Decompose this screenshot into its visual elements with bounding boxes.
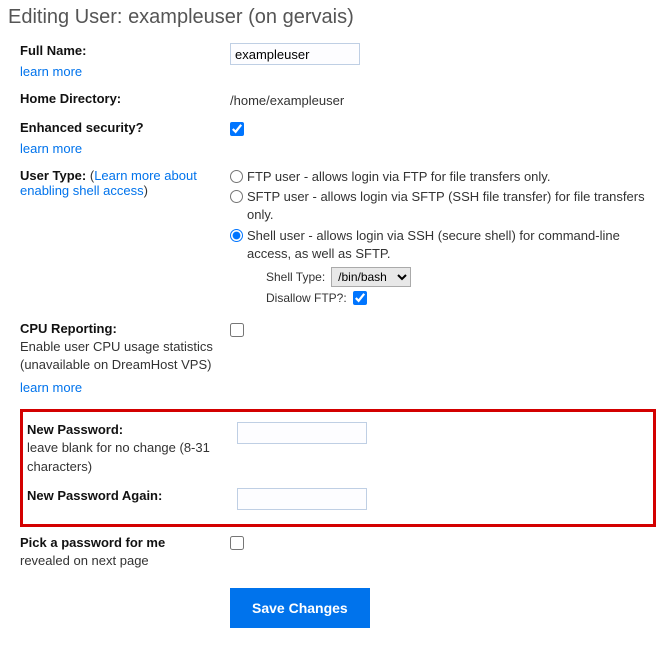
user-type-ftp-text: FTP user - allows login via FTP for file…	[247, 168, 550, 186]
page-title: Editing User: exampleuser (on gervais)	[0, 0, 666, 39]
user-type-label: User Type:	[20, 168, 86, 183]
row-user-type: User Type: (Learn more about enabling sh…	[20, 164, 656, 313]
user-type-shell-option: Shell user - allows login via SSH (secur…	[230, 227, 656, 263]
row-enhanced-security: Enhanced security? learn more	[20, 116, 656, 164]
row-cpu-reporting: CPU Reporting: Enable user CPU usage sta…	[20, 313, 656, 403]
row-pick-password: Pick a password for me revealed on next …	[20, 531, 656, 578]
pick-password-sub: revealed on next page	[20, 552, 222, 570]
user-type-sftp-option: SFTP user - allows login via SFTP (SSH f…	[230, 188, 656, 224]
edit-user-form: Full Name: learn more Home Directory: /h…	[0, 39, 666, 656]
row-full-name: Full Name: learn more	[20, 39, 656, 87]
full-name-input[interactable]	[230, 43, 360, 65]
new-password-input[interactable]	[237, 422, 367, 444]
home-dir-label: Home Directory:	[20, 91, 121, 106]
new-password-again-input[interactable]	[237, 488, 367, 510]
row-new-password: New Password: leave blank for no change …	[27, 418, 649, 483]
full-name-learn-more-link[interactable]: learn more	[20, 64, 82, 79]
new-password-again-label: New Password Again:	[27, 488, 162, 503]
pick-password-label: Pick a password for me	[20, 535, 165, 550]
title-username: exampleuser	[128, 6, 243, 28]
cpu-label: CPU Reporting:	[20, 321, 117, 336]
user-type-ftp-radio[interactable]	[230, 170, 243, 183]
user-type-sftp-text: SFTP user - allows login via SFTP (SSH f…	[247, 188, 656, 224]
user-type-shell-radio[interactable]	[230, 229, 243, 242]
row-save: Save Changes	[20, 578, 656, 636]
new-password-sub: leave blank for no change (8-31 characte…	[27, 439, 229, 475]
disallow-ftp-checkbox[interactable]	[353, 291, 367, 305]
enhanced-label: Enhanced security?	[20, 120, 144, 135]
row-new-password-again: New Password Again:	[27, 484, 649, 518]
user-type-ftp-option: FTP user - allows login via FTP for file…	[230, 168, 656, 186]
shell-type-select[interactable]: /bin/bash	[331, 267, 411, 287]
pick-password-checkbox[interactable]	[230, 536, 244, 550]
user-type-sftp-radio[interactable]	[230, 190, 243, 203]
new-password-label: New Password:	[27, 422, 123, 437]
cpu-checkbox[interactable]	[230, 323, 244, 337]
row-home-dir: Home Directory: /home/exampleuser	[20, 87, 656, 116]
password-highlight-box: New Password: leave blank for no change …	[20, 409, 656, 526]
save-button[interactable]: Save Changes	[230, 588, 370, 628]
user-type-shell-text: Shell user - allows login via SSH (secur…	[247, 227, 656, 263]
cpu-sub: Enable user CPU usage statistics (unavai…	[20, 338, 222, 374]
cpu-learn-more-link[interactable]: learn more	[20, 380, 82, 395]
shell-type-row: Shell Type: /bin/bash	[230, 267, 656, 287]
enhanced-checkbox[interactable]	[230, 122, 244, 136]
title-prefix: Editing User:	[8, 6, 123, 28]
disallow-ftp-label: Disallow FTP?:	[266, 291, 347, 305]
disallow-ftp-row: Disallow FTP?:	[230, 291, 656, 305]
shell-type-label: Shell Type:	[266, 270, 325, 284]
home-dir-value: /home/exampleuser	[230, 93, 344, 108]
enhanced-learn-more-link[interactable]: learn more	[20, 141, 82, 156]
full-name-label: Full Name:	[20, 43, 86, 58]
title-server: (on gervais)	[248, 6, 354, 28]
